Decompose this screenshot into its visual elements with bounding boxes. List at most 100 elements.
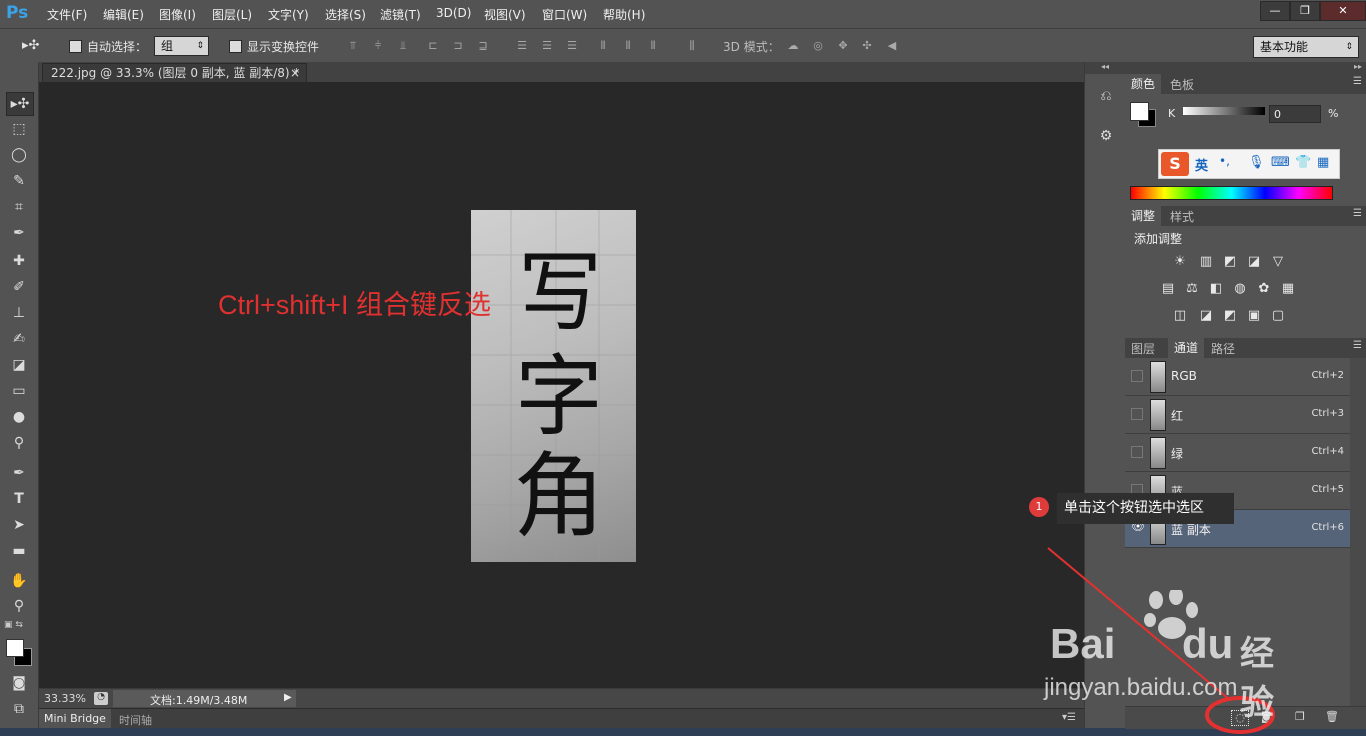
color-fg-swatch[interactable] <box>1130 102 1149 121</box>
clone-stamp-tool-icon[interactable]: ⊥ <box>6 302 32 324</box>
tab-swatches[interactable]: 色板 <box>1170 76 1194 93</box>
color-balance-icon[interactable]: ⚖ <box>1183 282 1201 296</box>
distribute-bottom-icon[interactable]: ☰ <box>565 39 579 53</box>
exposure-icon[interactable]: ◪ <box>1245 255 1263 269</box>
workspace-dropdown[interactable]: 基本功能 ⇕ <box>1253 36 1359 58</box>
move-tool-icon[interactable]: ▸✣ <box>6 92 34 116</box>
distribute-hcenter-icon[interactable]: ⫴ <box>621 39 635 53</box>
mini-bridge-tab[interactable]: Mini Bridge <box>39 709 111 729</box>
new-channel-icon[interactable]: ❐ <box>1295 710 1305 723</box>
channel-mixer-icon[interactable]: ✿ <box>1255 282 1273 296</box>
selective-color-icon[interactable]: ▣ <box>1245 309 1263 323</box>
tab-styles[interactable]: 样式 <box>1170 208 1194 225</box>
tab-paths[interactable]: 路径 <box>1211 340 1235 357</box>
shirt-icon[interactable]: 👕 <box>1295 155 1311 170</box>
lasso-tool-icon[interactable]: ◯ <box>6 144 32 166</box>
healing-brush-tool-icon[interactable]: ✚ <box>6 250 32 272</box>
black-white-icon[interactable]: ◧ <box>1207 282 1225 296</box>
3d-scale-icon[interactable]: ◀ <box>885 39 899 53</box>
delete-channel-icon[interactable]: 🗑 <box>1325 710 1339 723</box>
zoom-level[interactable]: 33.33% <box>44 692 86 705</box>
align-left-icon[interactable]: ⊏ <box>426 39 440 53</box>
distribute-vcenter-icon[interactable]: ☰ <box>540 39 554 53</box>
menu-help[interactable]: 帮助(H) <box>603 6 645 23</box>
collapse-arrows-icon[interactable]: ◂◂ <box>1085 62 1125 74</box>
channel-row-rgb[interactable]: RGB Ctrl+2 <box>1125 358 1350 396</box>
menu-type[interactable]: 文字(Y) <box>268 6 309 23</box>
vibrance-icon[interactable]: ▽ <box>1269 255 1287 269</box>
levels-icon[interactable]: ▥ <box>1197 255 1215 269</box>
menu-view[interactable]: 视图(V) <box>484 6 526 23</box>
3d-rotate-icon[interactable]: ☁ <box>786 39 800 53</box>
eraser-tool-icon[interactable]: ◪ <box>6 354 32 376</box>
foreground-color-swatch[interactable] <box>6 639 24 657</box>
history-brush-tool-icon[interactable]: ✍ <box>6 328 32 350</box>
tab-channels[interactable]: 通道 <box>1168 338 1205 358</box>
menu-window[interactable]: 窗口(W) <box>542 6 587 23</box>
marquee-tool-icon[interactable]: ⬚ <box>6 118 32 140</box>
visibility-toggle[interactable] <box>1131 446 1143 458</box>
timeline-tab[interactable]: 时间轴 <box>119 712 152 728</box>
align-vcenter-icon[interactable]: ⫩ <box>371 39 385 53</box>
tab-close-icon[interactable]: × <box>290 64 300 82</box>
show-transform-checkbox[interactable] <box>229 40 242 53</box>
tab-adjustments[interactable]: 调整 <box>1125 206 1162 226</box>
channel-scrollbar[interactable] <box>1350 358 1366 706</box>
tab-layers[interactable]: 图层 <box>1131 340 1155 357</box>
document-image[interactable]: 写 字 角 <box>471 210 636 562</box>
collapse-arrows-icon[interactable]: ▸▸ <box>1125 62 1366 74</box>
visibility-toggle[interactable] <box>1131 370 1143 382</box>
status-menu-arrow-icon[interactable]: ▶ <box>284 692 292 703</box>
channel-row-green[interactable]: 绿 Ctrl+4 <box>1125 434 1350 472</box>
threshold-icon[interactable]: ◩ <box>1221 309 1239 323</box>
crop-tool-icon[interactable]: ⌗ <box>6 196 32 218</box>
menu-file[interactable]: 文件(F) <box>47 6 87 23</box>
align-top-icon[interactable]: ⫪ <box>346 39 360 53</box>
panel-menu-icon[interactable]: ☰ <box>1353 76 1362 87</box>
hue-sat-icon[interactable]: ▤ <box>1159 282 1177 296</box>
menu-3d[interactable]: 3D(D) <box>436 6 471 20</box>
photo-filter-icon[interactable]: ◍ <box>1231 282 1249 296</box>
dodge-tool-icon[interactable]: ⚲ <box>6 432 32 454</box>
default-colors-icon[interactable]: ▣ ⇆ <box>4 620 23 630</box>
invert-icon[interactable]: ◫ <box>1171 309 1189 323</box>
blur-tool-icon[interactable]: ● <box>6 406 32 428</box>
tab-color[interactable]: 颜色 <box>1125 74 1162 94</box>
quick-mask-icon[interactable]: ◙ <box>6 672 32 694</box>
menu-filter[interactable]: 滤镜(T) <box>380 6 421 23</box>
brush-tool-icon[interactable]: ✐ <box>6 276 32 298</box>
color-lookup-icon[interactable]: ▦ <box>1279 282 1297 296</box>
ime-lang[interactable]: 英 <box>1195 155 1208 174</box>
minimize-button[interactable]: — <box>1260 1 1290 21</box>
auto-align-icon[interactable]: ⫼ <box>685 39 699 53</box>
auto-select-dropdown[interactable]: 组 ⇕ <box>154 36 209 56</box>
distribute-left-icon[interactable]: ⫴ <box>596 39 610 53</box>
eyedropper-tool-icon[interactable]: ✒ <box>6 222 32 244</box>
3d-pan-icon[interactable]: ✥ <box>836 39 850 53</box>
document-tab[interactable]: 222.jpg @ 33.3% (图层 0 副本, 蓝 副本/8) * × <box>42 63 307 82</box>
curves-icon[interactable]: ◩ <box>1221 255 1239 269</box>
rectangle-tool-icon[interactable]: ▬ <box>6 540 32 562</box>
posterize-icon[interactable]: ◪ <box>1197 309 1215 323</box>
screen-mode-icon[interactable]: ⧉ <box>6 698 32 720</box>
restore-button[interactable]: ❐ <box>1290 1 1320 21</box>
properties-panel-icon[interactable]: ⚙ <box>1097 128 1115 146</box>
grid-icon[interactable]: ▦ <box>1317 155 1329 170</box>
move-tool-preset-icon[interactable]: ▸✣ <box>22 38 39 53</box>
gradient-map-icon[interactable]: ▢ <box>1269 309 1287 323</box>
brightness-icon[interactable]: ☀ <box>1171 255 1189 269</box>
hand-tool-icon[interactable]: ✋ <box>6 570 32 592</box>
channel-row-red[interactable]: 红 Ctrl+3 <box>1125 396 1350 434</box>
menu-edit[interactable]: 编辑(E) <box>103 6 144 23</box>
panel-menu-icon[interactable]: ☰ <box>1353 340 1362 351</box>
visibility-toggle[interactable] <box>1131 408 1143 420</box>
k-value-input[interactable]: 0 <box>1269 105 1321 123</box>
distribute-top-icon[interactable]: ☰ <box>515 39 529 53</box>
quick-select-tool-icon[interactable]: ✎ <box>6 170 32 192</box>
align-hcenter-icon[interactable]: ⊐ <box>451 39 465 53</box>
3d-roll-icon[interactable]: ◎ <box>811 39 825 53</box>
k-slider[interactable] <box>1183 107 1265 115</box>
3d-slide-icon[interactable]: ✣ <box>860 39 874 53</box>
status-export-icon[interactable]: ◔ <box>94 692 108 705</box>
gradient-tool-icon[interactable]: ▭ <box>6 380 32 402</box>
